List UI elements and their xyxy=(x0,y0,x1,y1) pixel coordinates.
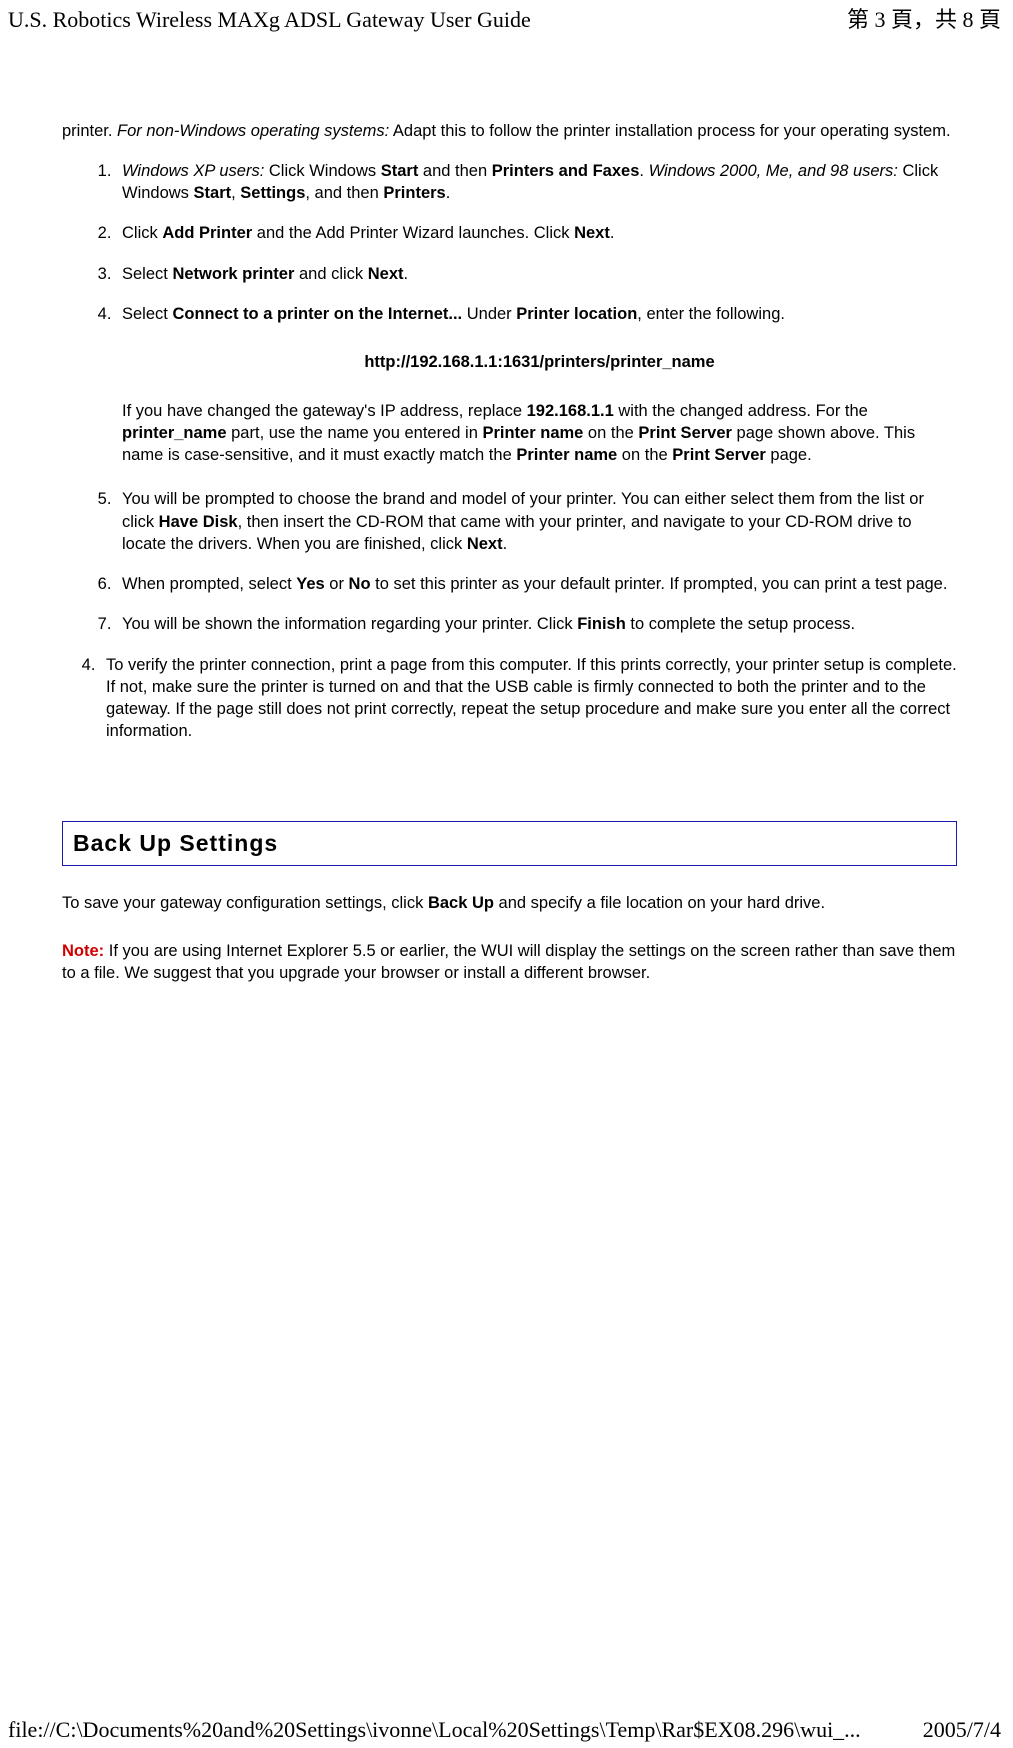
page-footer: file://C:\Documents%20and%20Settings\ivo… xyxy=(8,1715,1001,1745)
step-1: Windows XP users: Click Windows Start an… xyxy=(116,160,957,205)
backup-para: To save your gateway configuration setti… xyxy=(62,892,957,914)
step-2: Click Add Printer and the Add Printer Wi… xyxy=(116,222,957,244)
nested-steps-list: Windows XP users: Click Windows Start an… xyxy=(62,160,957,636)
step-7: You will be shown the information regard… xyxy=(116,613,957,635)
footer-date: 2005/7/4 xyxy=(923,1715,1001,1745)
outer-step-4: To verify the printer connection, print … xyxy=(100,654,957,743)
step-4-followup: If you have changed the gateway's IP add… xyxy=(122,400,957,467)
printer-url: http://192.168.1.1:1631/printers/printer… xyxy=(122,351,957,373)
intro-paragraph: printer. For non-Windows operating syste… xyxy=(62,120,957,142)
section-heading-backup: Back Up Settings xyxy=(62,821,957,866)
document-content: printer. For non-Windows operating syste… xyxy=(0,35,1013,985)
step-3: Select Network printer and click Next. xyxy=(116,263,957,285)
step-4: Select Connect to a printer on the Inter… xyxy=(116,303,957,466)
note-label: Note: xyxy=(62,942,104,960)
outer-steps-list: To verify the printer connection, print … xyxy=(62,654,957,743)
step-6: When prompted, select Yes or No to set t… xyxy=(116,573,957,595)
page-number-top: 第 3 頁，共 8 頁 xyxy=(847,5,1001,35)
backup-note: Note: If you are using Internet Explorer… xyxy=(62,940,957,985)
footer-path: file://C:\Documents%20and%20Settings\ivo… xyxy=(8,1715,861,1745)
step-5: You will be prompted to choose the brand… xyxy=(116,488,957,555)
doc-title: U.S. Robotics Wireless MAXg ADSL Gateway… xyxy=(8,5,531,35)
page-header: U.S. Robotics Wireless MAXg ADSL Gateway… xyxy=(0,0,1013,35)
